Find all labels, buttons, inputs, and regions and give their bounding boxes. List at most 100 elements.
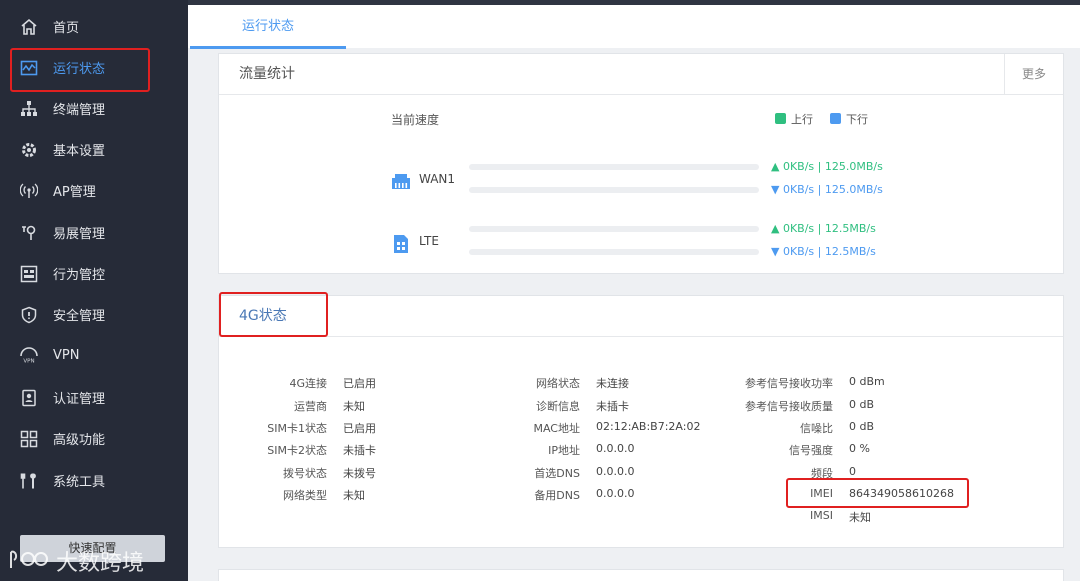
- network-icon: [20, 100, 38, 118]
- wan1-down-bar: [469, 187, 759, 193]
- interface-name: LTE: [419, 234, 439, 248]
- field-value: 0 dBm: [849, 375, 885, 388]
- field-label: 拨号状态: [283, 467, 327, 480]
- status-4g-header: 4G状态: [219, 296, 1063, 337]
- main-content: 运行状态 流量统计 更多 当前速度 上行 下行 WAN1 ▲ 0KB/s | 1…: [188, 5, 1080, 581]
- tab-bar: 运行状态: [188, 5, 1080, 49]
- field-value: 未连接: [596, 377, 629, 390]
- field-value: 0.0.0.0: [596, 465, 635, 478]
- shield-icon: [20, 306, 38, 324]
- sidebar-item-label: 系统工具: [53, 475, 106, 490]
- field-value: 0.0.0.0: [596, 487, 635, 500]
- sidebar-item-security[interactable]: 安全管理: [0, 294, 188, 335]
- sidebar-item-tools[interactable]: 系统工具: [0, 460, 188, 501]
- legend-up-swatch: [775, 113, 786, 124]
- sidebar-item-label: 认证管理: [53, 392, 106, 407]
- field-label: 信号强度: [789, 444, 833, 457]
- auth-icon: [20, 389, 38, 407]
- sidebar-item-behavior[interactable]: 行为管控: [0, 253, 188, 294]
- highlight-imei: [786, 478, 969, 508]
- interface-name: WAN1: [419, 172, 456, 186]
- field-label: 网络类型: [283, 489, 327, 502]
- field-value: 0 dB: [849, 398, 875, 411]
- more-link[interactable]: 更多: [1004, 54, 1063, 94]
- field-value: 未知: [343, 400, 365, 413]
- lte-up-bar: [469, 226, 759, 232]
- watermark-text: 大数跨境: [56, 551, 145, 576]
- field-value: 0.0.0.0: [596, 442, 635, 455]
- tab-run-status[interactable]: 运行状态: [190, 5, 346, 49]
- traffic-title: 流量统计: [239, 66, 295, 82]
- field-label: 参考信号接收功率: [745, 377, 833, 390]
- field-label: 备用DNS: [534, 489, 580, 502]
- field-label: SIM卡1状态: [267, 422, 327, 435]
- ethernet-icon: [391, 173, 411, 194]
- field-value: 未插卡: [596, 400, 629, 413]
- wan1-up-bar: [469, 164, 759, 170]
- sidebar-item-terminal[interactable]: 终端管理: [0, 88, 188, 129]
- sidebar-item-label: 易展管理: [53, 227, 106, 242]
- field-label: 首选DNS: [534, 467, 580, 480]
- field-value: 0: [849, 465, 856, 478]
- next-panel-edge: [218, 569, 1064, 581]
- lte-down-rate: ▼ 0KB/s | 12.5MB/s: [771, 245, 876, 258]
- field-value: 0 %: [849, 442, 870, 455]
- traffic-panel: 流量统计 更多 当前速度 上行 下行 WAN1 ▲ 0KB/s | 125.0M…: [218, 53, 1064, 274]
- sidebar-item-basic-settings[interactable]: 基本设置: [0, 129, 188, 170]
- sidebar-item-extend[interactable]: 易展管理: [0, 212, 188, 253]
- wan1-up-rate: ▲ 0KB/s | 125.0MB/s: [771, 160, 883, 173]
- field-value: 0 dB: [849, 420, 875, 433]
- extend-icon: [20, 224, 38, 242]
- sidebar-item-label: 基本设置: [53, 144, 106, 159]
- field-value: 已启用: [343, 422, 376, 435]
- field-label: IMSI: [810, 509, 833, 522]
- field-label: IP地址: [548, 444, 580, 457]
- highlight-run-status: [10, 48, 150, 92]
- sidebar-item-label: AP管理: [53, 185, 96, 200]
- lte-down-bar: [469, 249, 759, 255]
- sidebar-item-label: 高级功能: [53, 433, 106, 448]
- field-label: 参考信号接收质量: [745, 400, 833, 413]
- sidebar-item-ap[interactable]: AP管理: [0, 170, 188, 211]
- sidebar-item-label: VPN: [53, 348, 80, 363]
- sidebar-item-home[interactable]: 首页: [0, 6, 188, 47]
- home-icon: [20, 18, 38, 36]
- status-4g-panel: 4G状态 4G连接 已启用 运营商 未知 SIM卡1状态 已启用 SIM卡2状态…: [218, 295, 1064, 548]
- field-value: 未插卡: [343, 444, 376, 457]
- legend-down-swatch: [830, 113, 841, 124]
- legend-down-label: 下行: [846, 113, 868, 126]
- svg-text:VPN: VPN: [23, 358, 34, 364]
- highlight-4g-status: [219, 292, 328, 337]
- watermark-logo-icon: [8, 548, 48, 575]
- field-label: 网络状态: [536, 377, 580, 390]
- field-label: 诊断信息: [536, 400, 580, 413]
- field-label: 信噪比: [800, 422, 833, 435]
- sidebar-item-label: 行为管控: [53, 268, 106, 283]
- field-value: 02:12:AB:B7:2A:02: [596, 420, 701, 433]
- wan1-down-rate: ▼ 0KB/s | 125.0MB/s: [771, 183, 883, 196]
- sidebar: 首页 运行状态 终端管理 基本设置 AP管理 易展管理 行为管控 安全管理 VP…: [0, 0, 188, 581]
- field-label: SIM卡2状态: [267, 444, 327, 457]
- current-speed-label: 当前速度: [391, 113, 440, 127]
- sidebar-item-vpn[interactable]: VPN VPN: [0, 335, 188, 376]
- sidebar-item-label: 安全管理: [53, 309, 106, 324]
- legend-up-label: 上行: [791, 113, 813, 126]
- field-value: 未知: [343, 489, 365, 502]
- sim-card-icon: [393, 234, 409, 258]
- watermark: 大数跨境: [8, 545, 144, 577]
- vpn-icon: VPN: [20, 346, 38, 365]
- field-value: 已启用: [343, 377, 376, 390]
- field-label: MAC地址: [533, 422, 580, 435]
- field-label: 运营商: [294, 400, 327, 413]
- lte-up-rate: ▲ 0KB/s | 12.5MB/s: [771, 222, 876, 235]
- sidebar-item-advanced[interactable]: 高级功能: [0, 418, 188, 459]
- grid-icon: [20, 430, 38, 448]
- behavior-icon: [20, 265, 38, 283]
- field-value: 未知: [849, 511, 871, 524]
- sidebar-item-auth[interactable]: 认证管理: [0, 377, 188, 418]
- field-label: 4G连接: [289, 377, 327, 390]
- ap-icon: [20, 182, 38, 200]
- field-value: 未拨号: [343, 467, 376, 480]
- sidebar-item-label: 首页: [53, 21, 80, 36]
- gear-icon: [20, 141, 38, 159]
